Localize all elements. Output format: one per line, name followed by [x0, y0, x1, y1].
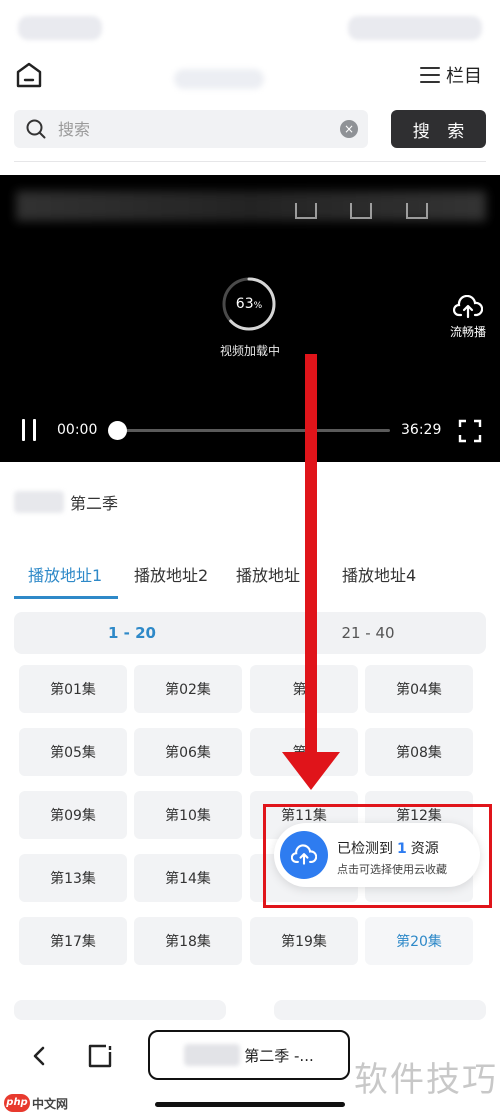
episode-button[interactable]: 第18集 [134, 917, 242, 965]
smooth-play-button[interactable]: 流畅播 [446, 295, 490, 340]
status-right-blur [348, 16, 482, 40]
tabs-switcher-icon[interactable] [86, 1042, 114, 1070]
watermark: 软件技巧 [354, 1060, 498, 1100]
pip-icon[interactable] [406, 203, 428, 219]
fullscreen-icon[interactable] [458, 419, 482, 443]
php-logo: php 中文网 [4, 1094, 68, 1112]
tab-source-4[interactable]: 播放地址4 [342, 562, 416, 586]
pause-button[interactable] [20, 419, 38, 441]
series-title: 第二季 [14, 490, 118, 514]
top-header: 栏目 [0, 52, 500, 102]
series-name-blurred [14, 491, 64, 513]
episode-range-bar: 1 - 20 21 - 40 [14, 612, 486, 654]
annotation-arrow-head [282, 752, 340, 790]
search-box: × [14, 110, 368, 148]
search-row: × 搜 索 [0, 110, 500, 152]
episode-button[interactable]: 第05集 [19, 728, 127, 776]
range-21-40[interactable]: 21 - 40 [250, 612, 486, 654]
clear-search-icon[interactable]: × [340, 120, 358, 138]
episode-button-current[interactable]: 第20集 [365, 917, 473, 965]
seek-thumb[interactable] [108, 421, 127, 440]
browser-bottom-bar: 第二季 -... 软件技巧 php 中文网 [0, 1022, 500, 1113]
episode-button[interactable]: 第17集 [19, 917, 127, 965]
loading-label: 视频加载中 [219, 344, 280, 358]
current-time: 00:00 [57, 422, 98, 438]
range-1-20[interactable]: 1 - 20 [14, 612, 250, 654]
status-bar [0, 0, 500, 52]
home-button[interactable] [14, 60, 46, 92]
annotation-highlight-box [263, 804, 492, 908]
tv-cast-icon[interactable] [295, 203, 317, 219]
column-menu-button[interactable]: 栏目 [420, 62, 482, 88]
tab-source-1[interactable]: 播放地址1 [28, 562, 102, 586]
episode-button[interactable]: 第13集 [19, 854, 127, 902]
episode-button[interactable]: 第14集 [134, 854, 242, 902]
cloud-upload-icon [453, 295, 483, 319]
search-button[interactable]: 搜 索 [391, 110, 486, 148]
source-tabs: 播放地址1 播放地址2 播放地址 播放地址4 [14, 558, 486, 600]
divider [14, 161, 486, 162]
loading-percent-value: 63 [235, 296, 254, 312]
column-menu-label: 栏目 [446, 66, 482, 87]
episode-button[interactable]: 第04集 [365, 665, 473, 713]
annotation-arrow-shaft [305, 354, 317, 758]
pause-icon-bar [22, 419, 25, 441]
loading-percent-sign: % [253, 300, 263, 311]
episode-button[interactable]: 第09集 [19, 791, 127, 839]
tab-source-3[interactable]: 播放地址 [236, 562, 300, 586]
seek-bar[interactable] [116, 429, 390, 432]
search-icon [26, 119, 46, 139]
url-blurred [184, 1044, 241, 1066]
list-placeholder [274, 1000, 486, 1020]
menu-icon [420, 67, 440, 83]
series-season: 第二季 [70, 494, 119, 513]
download-icon[interactable] [350, 203, 372, 219]
episode-button[interactable]: 第10集 [134, 791, 242, 839]
smooth-play-label: 流畅播 [449, 325, 486, 339]
episode-button[interactable]: 第19集 [250, 917, 358, 965]
episode-button[interactable]: 第02集 [134, 665, 242, 713]
total-time: 36:29 [401, 422, 442, 438]
php-logo-badge: php [4, 1094, 30, 1112]
list-placeholder [14, 1000, 226, 1020]
tab-source-2[interactable]: 播放地址2 [134, 562, 208, 586]
active-tab-underline [14, 596, 118, 599]
php-logo-text: 中文网 [32, 1096, 69, 1111]
home-indicator [155, 1102, 345, 1107]
back-icon[interactable] [28, 1044, 52, 1068]
page-title-blurred [174, 69, 264, 89]
search-input[interactable] [58, 110, 338, 148]
episode-button[interactable]: 第01集 [19, 665, 127, 713]
loading-percent: 63% [220, 275, 278, 333]
episode-button[interactable]: 第0 [250, 665, 358, 713]
home-icon [16, 62, 42, 88]
episode-button[interactable]: 第06集 [134, 728, 242, 776]
address-bar[interactable]: 第二季 -... [148, 1030, 350, 1080]
video-player[interactable]: 63% 视频加载中 流畅播 00:00 36:29 [0, 175, 500, 462]
status-left-blur [18, 16, 102, 40]
address-text: 第二季 -... [244, 1046, 314, 1065]
episode-button[interactable]: 第08集 [365, 728, 473, 776]
pause-icon-bar [33, 419, 36, 441]
